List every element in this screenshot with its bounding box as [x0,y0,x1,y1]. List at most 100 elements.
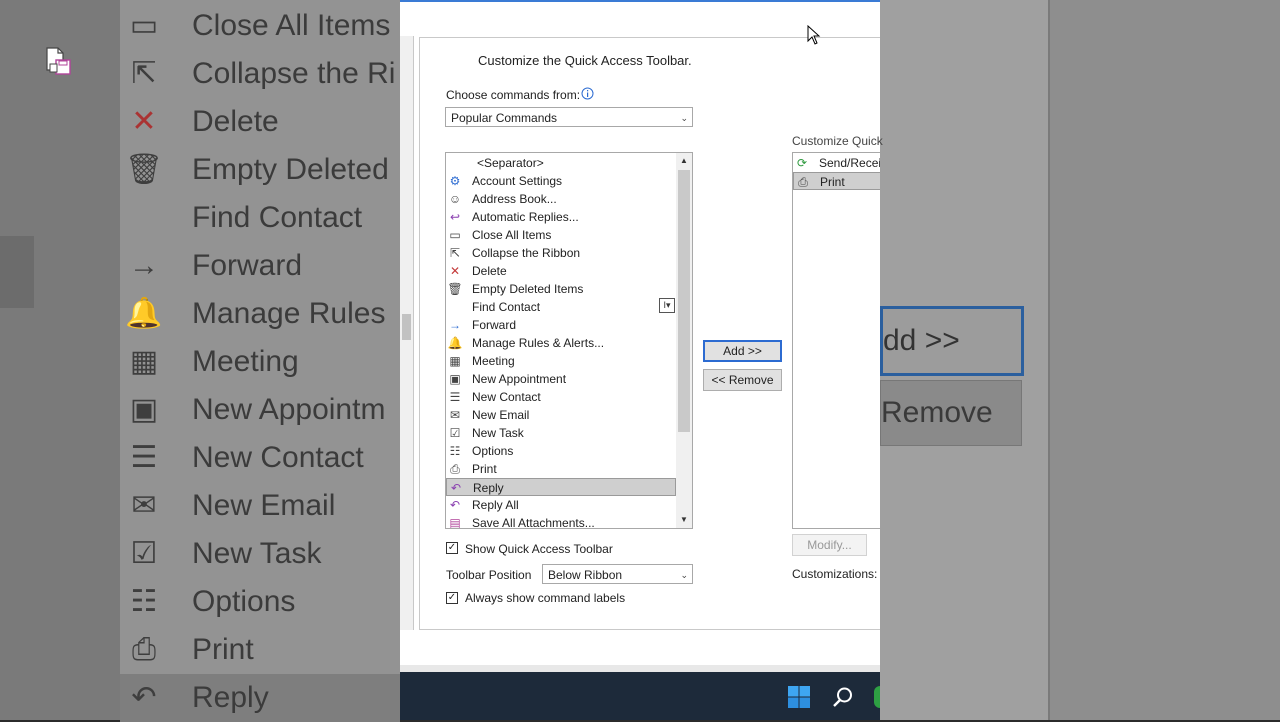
scroll-up-arrow-icon[interactable]: ▲ [676,153,692,169]
command-list-item[interactable]: ✉ New Email [446,406,676,424]
background-list-item-label: New Task [192,537,322,570]
forward-icon: → [449,318,461,332]
command-list-item[interactable]: 🗑 Empty Deleted Items [446,280,676,298]
command-list-item[interactable]: Find Contact [446,298,676,316]
manage-rules-icon: 🔔 [447,336,463,350]
category-nav-thumb[interactable] [402,314,411,340]
background-list-item-label: New Contact [192,441,364,474]
choose-commands-label: Choose commands from: [446,88,581,102]
background-right: dd >> Remove [880,0,1280,720]
meeting-icon: ▦ [129,345,159,378]
command-list-item[interactable]: ⎙ Print [446,460,676,478]
command-label: New Appointment [472,372,567,386]
dialog-top-accent [400,0,880,2]
command-list-item[interactable]: → Forward [446,316,676,334]
print-icon: ⎙ [132,633,156,666]
choose-commands-dropdown[interactable]: Popular Commands ⌄ [445,107,693,127]
toolbar-list-item[interactable]: ⎙ Print [793,172,880,190]
print-icon: ⎙ [798,175,808,189]
add-button[interactable]: Add >> [703,340,782,362]
command-list-item[interactable]: ☰ New Contact [446,388,676,406]
command-list-item[interactable]: ▤ Save All Attachments... [446,514,676,528]
command-list-item[interactable]: <Separator> [446,154,676,172]
command-label: Meeting [472,354,515,368]
new-task-icon: ☑ [449,426,461,440]
background-right-edge [1048,0,1050,720]
find-contact-dropdown-icon: I▾ [659,298,675,313]
background-list-item-label: New Email [192,489,336,522]
command-label: New Contact [472,390,541,404]
category-nav-scrollbar[interactable] [400,36,414,630]
toolbar-item-label: Send/Receiv [819,156,880,170]
remove-button[interactable]: << Remove [703,369,782,391]
new-email-icon: ✉ [131,489,157,522]
info-icon[interactable] [581,87,594,100]
command-list-item[interactable]: ↶ Reply [446,478,676,496]
command-list-item[interactable]: ✕ Delete [446,262,676,280]
delete-icon: ✕ [449,264,461,278]
background-list-item: ✉ New Email [120,482,400,530]
background-list-item-label: Options [192,585,296,618]
toolbar-position-dropdown[interactable]: Below Ribbon ⌄ [542,564,693,584]
send-receive-icon: ⟳ [796,156,808,170]
command-label: Empty Deleted Items [472,282,584,296]
collapse-ribbon-icon: ⇱ [449,246,461,260]
delete-icon: ✕ [131,105,157,138]
command-list-item[interactable]: ☷ Options [446,442,676,460]
windows-start-icon[interactable] [788,686,810,708]
commands-scroll-thumb[interactable] [678,170,690,432]
checkmark-icon: ✓ [447,592,457,603]
command-list-item[interactable]: ↩ Automatic Replies... [446,208,676,226]
command-list-item[interactable]: ▦ Meeting [446,352,676,370]
background-list-item-label: Delete [192,105,279,138]
collapse-ribbon-icon: ⇱ [131,57,157,90]
command-label: Account Settings [472,174,563,188]
background-list-item: ⎙ Print [120,626,400,674]
background-strip [0,0,120,720]
new-contact-icon: ☰ [130,441,158,474]
background-list-item: ▣ New Appointm [120,386,400,434]
always-show-labels-checkbox[interactable]: ✓ [446,592,458,604]
customize-toolbar-label: Customize Quick [792,134,883,148]
command-list-item[interactable]: ▭ Close All Items [446,226,676,244]
command-list-item[interactable]: ⇱ Collapse the Ribbon [446,244,676,262]
command-list-item[interactable]: 🔔 Manage Rules & Alerts... [446,334,676,352]
options-icon: ☷ [449,444,461,458]
toolbar-list-item[interactable]: ⟳ Send/Receiv [793,154,880,172]
automatic-replies-icon: ↩ [449,210,461,224]
search-icon[interactable] [832,686,854,708]
page-title: Customize the Quick Access Toolbar. [478,53,692,68]
meeting-icon: ▦ [449,354,461,368]
chevron-down-icon: ⌄ [680,113,688,123]
reply-all-icon: ↶ [449,498,461,512]
commands-listbox[interactable]: <Separator> ⚙ Account Settings ☺ Address Boo… [445,152,693,529]
checkmark-icon: ✓ [447,542,457,553]
command-label: Delete [472,264,507,278]
customizations-label: Customizations: [792,567,878,581]
empty-deleted-icon: 🗑 [447,282,463,296]
print-icon: ⎙ [450,462,460,476]
command-list-item[interactable]: ⚙ Account Settings [446,172,676,190]
background-list-item-label: New Appointm [192,393,386,426]
command-label: Reply [473,481,504,495]
new-appointment-icon: ▣ [449,372,461,386]
command-list-item[interactable]: ▣ New Appointment [446,370,676,388]
background-list-item-label: Reply [192,681,269,714]
new-contact-icon: ☰ [449,390,461,404]
commands-scrollbar[interactable]: ▲ ▼ [676,153,692,528]
account-settings-icon: ⚙ [449,174,461,188]
background-list-item: ▦ Meeting [120,338,400,386]
command-list-item[interactable]: ☺ Address Book... [446,190,676,208]
show-qat-checkbox[interactable]: ✓ [446,542,458,554]
taskbar-app-icon[interactable] [874,686,880,708]
background-list-item-label: Collapse the Ri [192,57,396,90]
toolbar-items-listbox[interactable]: ⟳ Send/Receiv ⎙ Print [792,152,880,529]
toolbar-item-label: Print [820,175,845,189]
command-list-item[interactable]: ↶ Reply All [446,496,676,514]
modify-button[interactable]: Modify... [792,534,867,556]
background-list-item-label: Close All Items [192,9,391,42]
scroll-down-arrow-icon[interactable]: ▼ [676,512,692,528]
command-label: Automatic Replies... [472,210,579,224]
command-list-item[interactable]: ☑ New Task [446,424,676,442]
command-label: New Task [472,426,524,440]
